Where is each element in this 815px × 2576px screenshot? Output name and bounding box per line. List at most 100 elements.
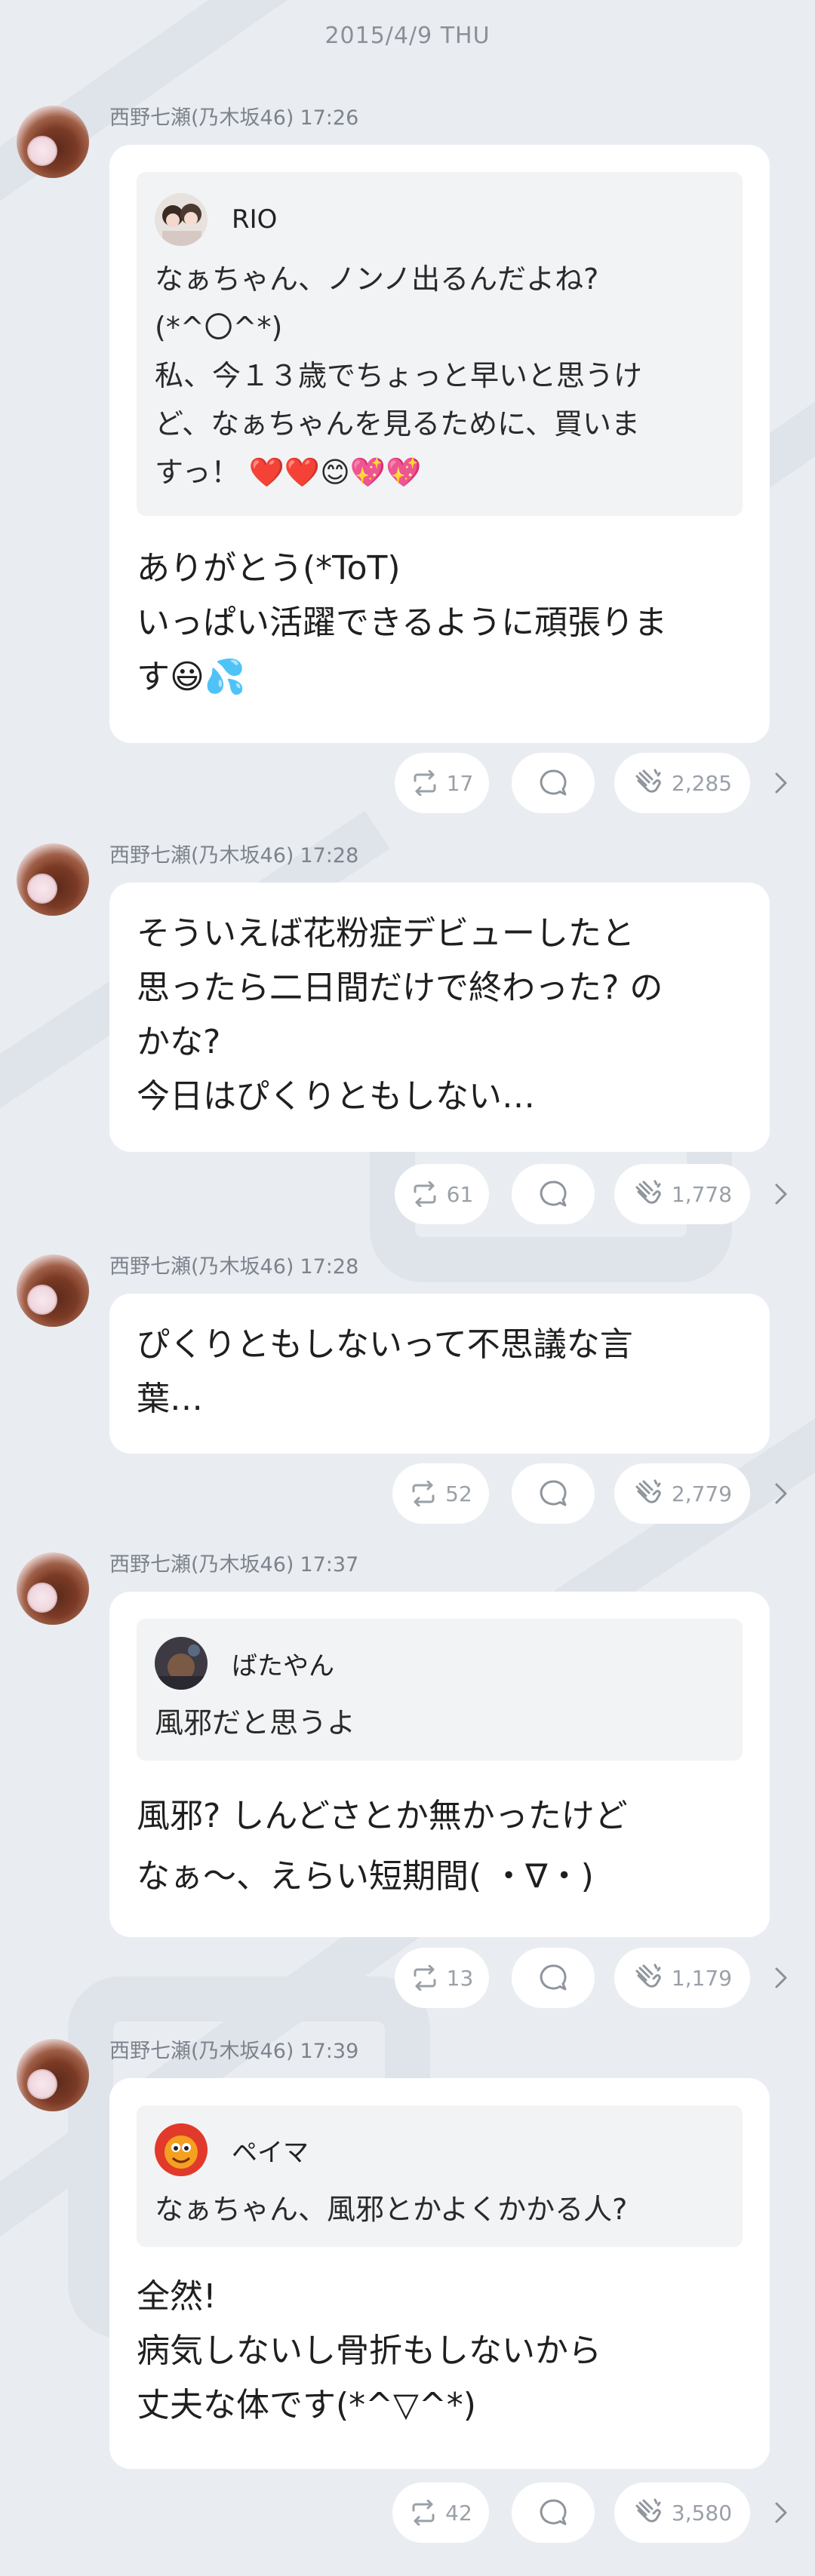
clap-button[interactable]: 3,580 bbox=[614, 2482, 750, 2543]
clap-icon bbox=[635, 1479, 661, 1503]
quoted-line: 風邪だと思うよ bbox=[155, 1706, 356, 1739]
clap-icon bbox=[635, 1963, 661, 1988]
clap-count: 2,779 bbox=[671, 1481, 733, 1506]
reply-button[interactable] bbox=[512, 753, 595, 813]
quoted-text: なぁちゃん、ノンノ出るんだよね? (*^〇^*) 私、今１３歳でちょっと早いと思… bbox=[155, 255, 724, 496]
comment-icon bbox=[540, 1480, 567, 1506]
message-bubble[interactable]: ペイマ なぁちゃん、風邪とかよくかかる人? 全然! 病気しないし骨折もしないから… bbox=[109, 2078, 770, 2469]
reply-button[interactable] bbox=[512, 1948, 595, 2008]
quoted-message[interactable]: RIO なぁちゃん、ノンノ出るんだよね? (*^〇^*) 私、今１３歳でちょっと… bbox=[137, 172, 743, 516]
message-line: ぴくりともしないって不思議な言 bbox=[137, 1325, 633, 1364]
message-line: 全然! bbox=[137, 2277, 217, 2316]
comment-icon bbox=[540, 2499, 567, 2525]
clap-icon bbox=[635, 769, 661, 793]
clap-button[interactable]: 1,778 bbox=[614, 1164, 750, 1224]
post-actions: 42 3,580 bbox=[0, 2482, 815, 2546]
repost-button[interactable]: 13 bbox=[395, 1948, 489, 2008]
message-bubble[interactable]: ばたやん 風邪だと思うよ 風邪? しんどさとか無かったけど なぁ～、えらい短期間… bbox=[109, 1592, 770, 1937]
chevron-right-icon[interactable] bbox=[770, 1964, 792, 1991]
quoted-user-name: ばたやん bbox=[232, 1650, 334, 1681]
message-line: 葉… bbox=[137, 1380, 203, 1418]
post-meta: 西野七瀬(乃木坂46) 17:26 bbox=[109, 106, 358, 131]
post-actions: 52 2,779 bbox=[0, 1463, 815, 1527]
repost-button[interactable]: 42 bbox=[392, 2482, 489, 2543]
message-line: す😃💦 bbox=[137, 658, 246, 696]
post-meta: 西野七瀬(乃木坂46) 17:39 bbox=[109, 2039, 358, 2065]
clap-count: 2,285 bbox=[671, 770, 733, 796]
message-line: 風邪? しんどさとか無かったけど bbox=[137, 1797, 628, 1835]
message-text: そういえば花粉症デビューしたと 思ったら二日間だけで終わった? の かな? 今日… bbox=[137, 883, 743, 1124]
quoted-user-avatar bbox=[155, 2123, 208, 2176]
message-bubble[interactable]: ぴくりともしないって不思議な言 葉… bbox=[109, 1294, 770, 1454]
repost-icon bbox=[414, 1965, 436, 1991]
message-line: 今日はぴくりともしない… bbox=[137, 1077, 535, 1116]
message-text: ありがとう(*ToT) いっぱい活躍できるように頑張りま す😃💦 bbox=[137, 542, 743, 705]
quoted-line: なぁちゃん、ノンノ出るんだよね? bbox=[155, 263, 599, 296]
quoted-line: すっ！ ❤️❤️😊💖💖 bbox=[155, 456, 422, 489]
repost-icon bbox=[414, 1181, 436, 1207]
author-avatar[interactable] bbox=[17, 1254, 89, 1327]
comment-icon bbox=[540, 1964, 567, 1991]
clap-button[interactable]: 2,779 bbox=[614, 1463, 750, 1524]
clap-count: 1,778 bbox=[671, 1181, 733, 1207]
reply-button[interactable] bbox=[512, 1164, 595, 1224]
quoted-user-name: RIO bbox=[232, 204, 278, 235]
message-text: 風邪? しんどさとか無かったけど なぁ～、えらい短期間( ・∇・) bbox=[137, 1786, 743, 1907]
chevron-right-icon[interactable] bbox=[770, 2499, 792, 2526]
author-avatar[interactable] bbox=[17, 843, 89, 916]
post-time: 17:37 bbox=[300, 1553, 359, 1577]
post-actions: 61 1,778 bbox=[0, 1164, 815, 1227]
message-line: いっぱい活躍できるように頑張りま bbox=[137, 603, 668, 642]
chevron-right-icon[interactable] bbox=[770, 769, 792, 797]
author-name: 西野七瀬(乃木坂46) bbox=[109, 1255, 294, 1279]
author-avatar[interactable] bbox=[17, 1552, 89, 1625]
post-meta: 西野七瀬(乃木坂46) 17:37 bbox=[109, 1552, 358, 1578]
author-avatar[interactable] bbox=[17, 2039, 89, 2111]
quoted-text: 風邪だと思うよ bbox=[155, 1699, 724, 1747]
chevron-right-icon[interactable] bbox=[770, 1181, 792, 1208]
chevron-right-icon[interactable] bbox=[770, 1480, 792, 1507]
repost-icon bbox=[412, 1481, 435, 1506]
quoted-text: なぁちゃん、風邪とかよくかかる人? bbox=[155, 2185, 724, 2234]
message-line: そういえば花粉症デビューしたと bbox=[137, 914, 635, 953]
reply-button[interactable] bbox=[512, 1463, 595, 1524]
author-name: 西野七瀬(乃木坂46) bbox=[109, 844, 294, 867]
author-name: 西野七瀬(乃木坂46) bbox=[109, 2040, 294, 2063]
quoted-line: ど、なぁちゃんを見るために、買いま bbox=[155, 407, 640, 441]
author-name: 西野七瀬(乃木坂46) bbox=[109, 106, 294, 130]
post-actions: 17 2,285 bbox=[0, 753, 815, 816]
repost-count: 42 bbox=[445, 2500, 472, 2525]
message-line: なぁ～、えらい短期間( ・∇・) bbox=[137, 1857, 594, 1896]
comment-icon bbox=[540, 1181, 567, 1207]
post-meta: 西野七瀬(乃木坂46) 17:28 bbox=[109, 1254, 358, 1280]
author-name: 西野七瀬(乃木坂46) bbox=[109, 1553, 294, 1577]
message-line: 丈夫な体です(*^▽^*) bbox=[137, 2386, 476, 2424]
clap-icon bbox=[635, 1180, 661, 1204]
post-time: 17:39 bbox=[300, 2040, 359, 2063]
message-bubble[interactable]: RIO なぁちゃん、ノンノ出るんだよね? (*^〇^*) 私、今１３歳でちょっと… bbox=[109, 145, 770, 743]
clap-button[interactable]: 2,285 bbox=[614, 753, 750, 813]
author-avatar[interactable] bbox=[17, 106, 89, 178]
message-line: 病気しないし骨折もしないから bbox=[137, 2332, 601, 2370]
quoted-line: 私、今１３歳でちょっと早いと思うけ bbox=[155, 359, 643, 392]
quoted-message[interactable]: ばたやん 風邪だと思うよ bbox=[137, 1619, 743, 1761]
quoted-message[interactable]: ペイマ なぁちゃん、風邪とかよくかかる人? bbox=[137, 2105, 743, 2247]
clap-icon bbox=[635, 2498, 661, 2522]
message-text: 全然! 病気しないし骨折もしないから 丈夫な体です(*^▽^*) bbox=[137, 2270, 743, 2433]
quoted-line: なぁちゃん、風邪とかよくかかる人? bbox=[155, 2193, 628, 2226]
repost-button[interactable]: 61 bbox=[395, 1164, 489, 1224]
repost-count: 52 bbox=[445, 1481, 472, 1506]
repost-button[interactable]: 52 bbox=[392, 1463, 489, 1524]
repost-icon bbox=[412, 2500, 435, 2525]
quoted-line: (*^〇^*) bbox=[155, 311, 283, 344]
post-actions: 13 1,179 bbox=[0, 1948, 815, 2011]
quoted-user-avatar bbox=[155, 193, 208, 246]
repost-count: 17 bbox=[446, 770, 474, 796]
repost-button[interactable]: 17 bbox=[395, 753, 489, 813]
reply-button[interactable] bbox=[512, 2482, 595, 2543]
message-bubble[interactable]: そういえば花粉症デビューしたと 思ったら二日間だけで終わった? の かな? 今日… bbox=[109, 883, 770, 1152]
repost-count: 13 bbox=[446, 1965, 474, 1991]
repost-icon bbox=[414, 770, 436, 796]
clap-button[interactable]: 1,179 bbox=[614, 1948, 750, 2008]
date-header: 2015/4/9 THU bbox=[324, 23, 491, 49]
